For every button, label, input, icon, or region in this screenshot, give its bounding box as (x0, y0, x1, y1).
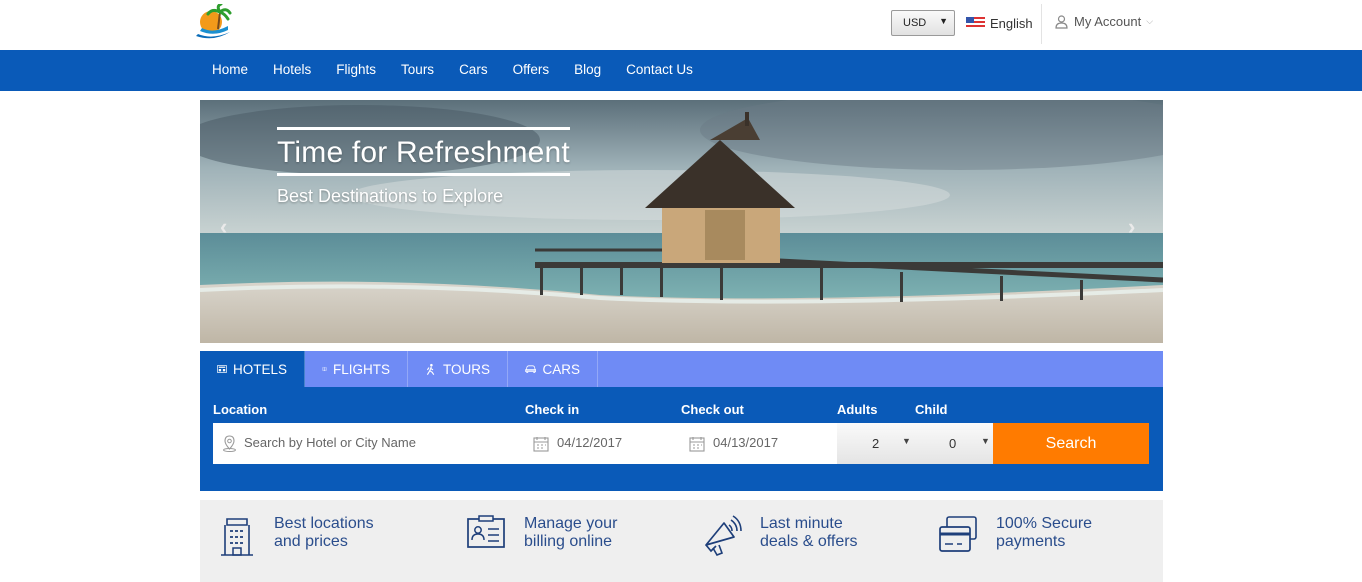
account-label: My Account (1074, 14, 1142, 29)
search-panel: Location Check in Check out Adults Child… (200, 387, 1163, 491)
checkout-value: 04/13/2017 (713, 435, 779, 450)
chevron-left-icon[interactable]: ‹ (220, 214, 227, 240)
nav-item-home[interactable]: Home (212, 62, 248, 77)
feature-deals-line2: deals & offers (760, 533, 858, 550)
checkin-date-input[interactable]: 04/12/2017 (523, 423, 679, 464)
billing-card-icon (467, 515, 505, 548)
caret-down-icon: ▼ (939, 16, 948, 26)
currency-select[interactable]: USD ▼ (891, 10, 955, 36)
feature-billing-text: Manage your billing online (524, 515, 617, 551)
hotel-building-icon (221, 518, 253, 556)
hero-slider: Time for Refreshment Best Destinations t… (200, 100, 1163, 343)
account-menu[interactable]: My Account ⌵ (1055, 14, 1153, 29)
tab-hotels[interactable]: HOTELS (200, 351, 305, 387)
checkin-value: 04/12/2017 (557, 435, 623, 450)
user-icon (1055, 14, 1068, 29)
tab-tours[interactable]: TOURS (408, 351, 508, 387)
tab-flights[interactable]: FLIGHTS (305, 351, 408, 387)
feature-locations-line1: Best locations (274, 515, 374, 532)
caret-down-icon: ▼ (902, 436, 911, 446)
feature-secure-line2: payments (996, 533, 1066, 550)
feature-secure: 100% Secure payments (938, 515, 1092, 555)
feature-secure-text: 100% Secure payments (996, 515, 1092, 555)
tab-cars-label: CARS (542, 361, 580, 377)
hero-subtitle: Best Destinations to Explore (277, 186, 504, 206)
map-pin-icon (223, 435, 236, 452)
feature-deals: Last minute deals & offers (702, 515, 858, 557)
hero-title-block: Time for Refreshment (277, 127, 570, 176)
location-input[interactable]: Search by Hotel or City Name (213, 423, 523, 464)
hiker-icon (426, 363, 435, 375)
child-label: Child (915, 402, 948, 417)
tab-tours-label: TOURS (442, 361, 490, 377)
feature-deals-line1: Last minute (760, 515, 843, 532)
hotel-icon (217, 365, 227, 373)
feature-secure-line1: 100% Secure (996, 515, 1093, 532)
checkout-label: Check out (681, 402, 744, 417)
credit-card-icon (939, 516, 977, 552)
calendar-icon (533, 437, 549, 452)
child-select[interactable]: 0 ▼ (915, 423, 993, 464)
search-tabs: HOTELS FLIGHTS TOURS CARS (200, 351, 1163, 387)
chevron-down-icon: ⌵ (1146, 16, 1154, 26)
site-logo[interactable] (192, 4, 234, 42)
adults-label: Adults (837, 402, 878, 417)
currency-value: USD (903, 17, 927, 29)
chevron-right-icon[interactable]: › (1128, 214, 1135, 240)
feature-billing: Manage your billing online (466, 515, 617, 551)
tab-hotels-label: HOTELS (232, 361, 287, 377)
nav-item-flights[interactable]: Flights (336, 62, 376, 77)
feature-deals-text: Last minute deals & offers (760, 515, 858, 557)
nav-item-cars[interactable]: Cars (459, 62, 488, 77)
search-button[interactable]: Search (993, 423, 1149, 464)
hero-rule-bottom (277, 173, 570, 176)
nav-item-tours[interactable]: Tours (401, 62, 434, 77)
flight-icon (322, 367, 327, 371)
main-nav: Home Hotels Flights Tours Cars Offers Bl… (0, 50, 1362, 91)
tab-flights-label: FLIGHTS (332, 361, 390, 377)
nav-item-hotels[interactable]: Hotels (273, 62, 311, 77)
language-selector[interactable]: English (966, 14, 1033, 32)
feature-locations-text: Best locations and prices (274, 515, 374, 557)
us-flag-icon (966, 17, 985, 29)
calendar-icon (689, 437, 705, 452)
tab-cars[interactable]: CARS (508, 351, 598, 387)
adults-select[interactable]: 2 ▼ (837, 423, 915, 464)
nav-item-offers[interactable]: Offers (513, 62, 550, 77)
feature-billing-line1: Manage your (524, 515, 618, 532)
adults-value: 2 (872, 436, 880, 451)
nav-item-contact[interactable]: Contact Us (626, 62, 693, 77)
megaphone-icon (705, 515, 742, 557)
child-value: 0 (949, 436, 957, 451)
feature-locations-line2: and prices (274, 533, 348, 550)
feature-locations: Best locations and prices (218, 515, 374, 557)
location-placeholder: Search by Hotel or City Name (244, 435, 416, 450)
top-bar: USD ▼ English My Account ⌵ (0, 0, 1362, 50)
location-label: Location (213, 402, 268, 417)
hero-title: Time for Refreshment (277, 136, 570, 169)
checkin-label: Check in (525, 402, 580, 417)
feature-billing-line2: billing online (524, 533, 613, 550)
divider (1041, 4, 1042, 44)
checkout-date-input[interactable]: 04/13/2017 (679, 423, 837, 464)
car-icon (525, 365, 537, 373)
caret-down-icon: ▼ (981, 436, 990, 446)
nav-item-blog[interactable]: Blog (574, 62, 601, 77)
language-label: English (990, 15, 1033, 31)
features-strip: Best locations and prices Manage your bi… (200, 500, 1163, 582)
